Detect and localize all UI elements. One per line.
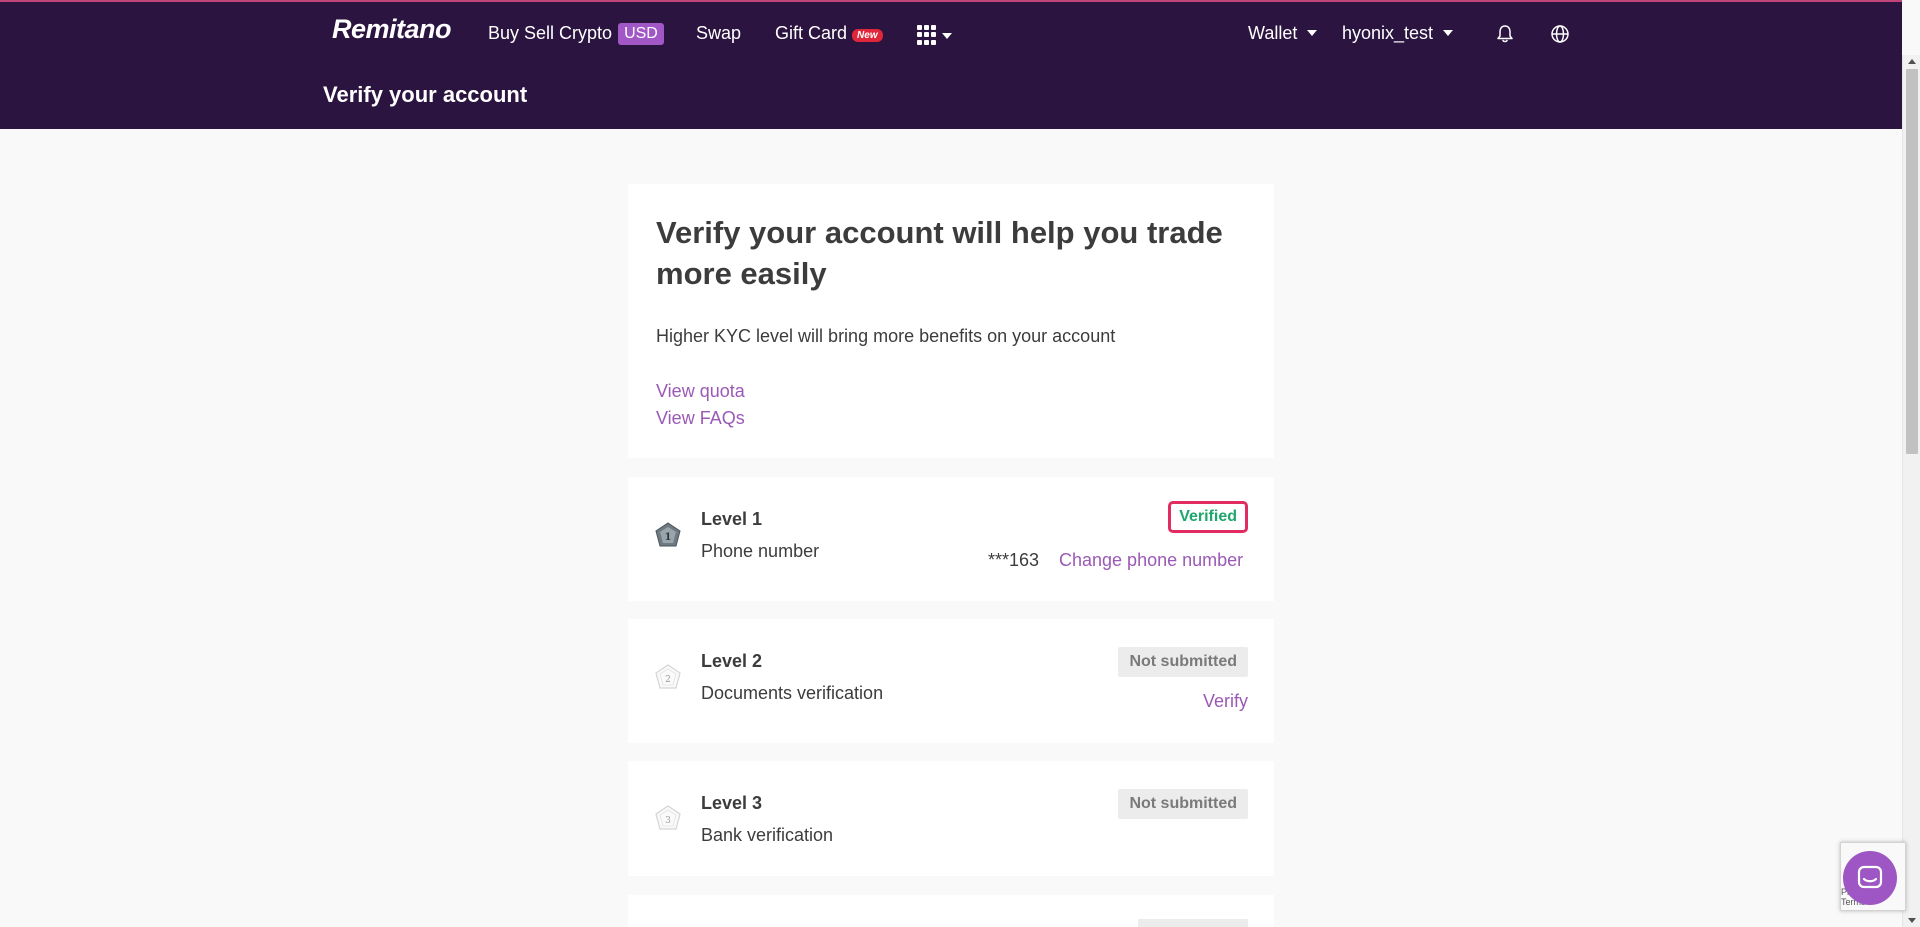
user-menu-dropdown[interactable]: hyonix_test <box>1342 23 1454 44</box>
scrollbar-thumb[interactable] <box>1906 69 1918 454</box>
globe-icon[interactable] <box>1550 24 1572 46</box>
level-2-badge-icon: 2 <box>654 663 682 691</box>
view-quota-link[interactable]: View quota <box>656 381 745 402</box>
level-1-card: 1 Level 1 Phone number Verified ***163 C… <box>628 477 1274 601</box>
verify-link[interactable]: Verify <box>1203 691 1248 712</box>
page-title: Verify your account <box>323 82 528 107</box>
masked-phone-number: ***163 <box>988 550 1040 570</box>
apps-grid-icon[interactable] <box>917 25 937 45</box>
nav-buy-sell-crypto[interactable]: Buy Sell Crypto USD <box>488 23 664 46</box>
level-2-status-badge: Not submitted <box>1118 647 1248 677</box>
chat-launcher-button[interactable] <box>1843 851 1897 905</box>
top-navbar: Remitano Buy Sell Crypto USD Swap Gift Ca… <box>0 0 1902 55</box>
level-1-title: Level 1 <box>701 509 763 529</box>
svg-text:2: 2 <box>665 675 671 685</box>
page-header <box>0 55 1902 129</box>
level-2-title: Level 2 <box>701 651 763 671</box>
currency-badge[interactable]: USD <box>618 23 664 45</box>
level-3-status-badge: Not submitted <box>1118 789 1248 819</box>
nav-swap[interactable]: Swap <box>696 23 741 44</box>
level-3-description: Bank verification <box>701 825 834 845</box>
nav-buy-sell-label: Buy Sell Crypto <box>488 23 613 43</box>
svg-text:3: 3 <box>665 816 671 826</box>
scroll-down-arrow-icon[interactable] <box>1908 918 1916 923</box>
intro-card: Verify your account will help you trade … <box>628 184 1274 458</box>
change-phone-number-link[interactable]: Change phone number <box>1059 550 1243 571</box>
level-2-card: 2 Level 2 Documents verification Not sub… <box>628 619 1274 743</box>
new-badge: New <box>852 29 883 42</box>
username-label: hyonix_test <box>1342 23 1434 43</box>
scroll-up-arrow-icon[interactable] <box>1908 59 1916 64</box>
chevron-down-icon <box>1307 30 1318 36</box>
remitano-logo[interactable]: Remitano <box>332 14 452 45</box>
apps-dropdown-caret-icon[interactable] <box>942 33 952 39</box>
level-3-title: Level 3 <box>701 793 763 813</box>
level-3-card: 3 Level 3 Bank verification Not submitte… <box>628 761 1274 876</box>
level-2-description: Documents verification <box>701 683 884 703</box>
wallet-label: Wallet <box>1248 23 1298 43</box>
intro-heading: Verify your account will help you trade … <box>656 215 1223 291</box>
chat-icon <box>1857 865 1883 889</box>
bell-icon[interactable] <box>1495 24 1517 46</box>
level-1-description: Phone number <box>701 541 820 561</box>
view-faqs-link[interactable]: View FAQs <box>656 408 745 429</box>
level-4-card <box>628 895 1274 927</box>
nav-wallet-dropdown[interactable]: Wallet <box>1248 23 1318 44</box>
level-1-status-badge: Verified <box>1168 501 1248 533</box>
intro-description: Higher KYC level will bring more benefit… <box>656 326 1116 346</box>
nav-gift-card-label: Gift Card <box>775 23 848 43</box>
svg-text:1: 1 <box>665 532 672 543</box>
page-scrollbar[interactable] <box>1902 55 1920 927</box>
nav-gift-card[interactable]: Gift Card New <box>775 23 883 44</box>
level-1-badge-icon: 1 <box>654 521 682 549</box>
level-3-badge-icon: 3 <box>654 804 682 832</box>
chevron-down-icon <box>1443 30 1454 36</box>
level-4-status-badge <box>1138 919 1248 927</box>
